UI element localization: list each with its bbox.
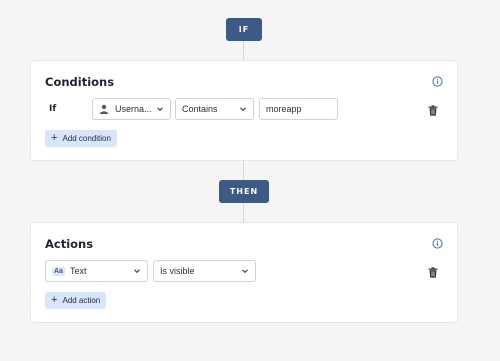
conditions-card: Conditions If Userna... Contains moreapp… <box>30 60 458 161</box>
add-condition-label: Add condition <box>62 134 111 143</box>
conditions-title: Conditions <box>45 75 115 89</box>
condition-field-select[interactable]: Userna... <box>92 98 171 120</box>
then-badge: THEN <box>219 180 269 203</box>
chevron-down-icon <box>242 269 248 274</box>
condition-value-input[interactable]: moreapp <box>259 98 338 120</box>
action-field-value: Text <box>69 266 87 276</box>
connector-middle-2 <box>243 203 244 223</box>
condition-operator-select[interactable]: Contains <box>175 98 254 120</box>
add-action-button[interactable]: + Add action <box>45 292 107 309</box>
condition-row-label: If <box>49 104 57 114</box>
text-type-icon: Aa <box>52 266 65 276</box>
action-operator-value: Is visible <box>160 266 195 276</box>
info-icon[interactable] <box>432 238 443 249</box>
condition-field-value: Userna... <box>115 104 152 114</box>
info-icon[interactable] <box>432 76 443 87</box>
if-badge: IF <box>226 18 262 41</box>
trash-icon[interactable] <box>428 267 438 278</box>
chevron-down-icon <box>240 107 246 112</box>
actions-title: Actions <box>45 237 94 251</box>
action-field-select[interactable]: Aa Text <box>45 260 148 282</box>
actions-card: Actions Aa Text Is visible + Add action <box>30 222 458 323</box>
plus-icon: + <box>51 294 58 306</box>
action-operator-select[interactable]: Is visible <box>153 260 256 282</box>
add-condition-button[interactable]: + Add condition <box>45 130 117 147</box>
condition-operator-value: Contains <box>182 104 218 114</box>
plus-icon: + <box>51 132 58 144</box>
condition-value-text: moreapp <box>266 104 302 114</box>
connector-middle-1 <box>243 161 244 181</box>
connector-top <box>243 41 244 61</box>
chevron-down-icon <box>157 107 163 112</box>
add-action-label: Add action <box>62 296 101 305</box>
trash-icon[interactable] <box>428 105 438 116</box>
user-icon <box>99 104 109 114</box>
chevron-down-icon <box>134 269 140 274</box>
